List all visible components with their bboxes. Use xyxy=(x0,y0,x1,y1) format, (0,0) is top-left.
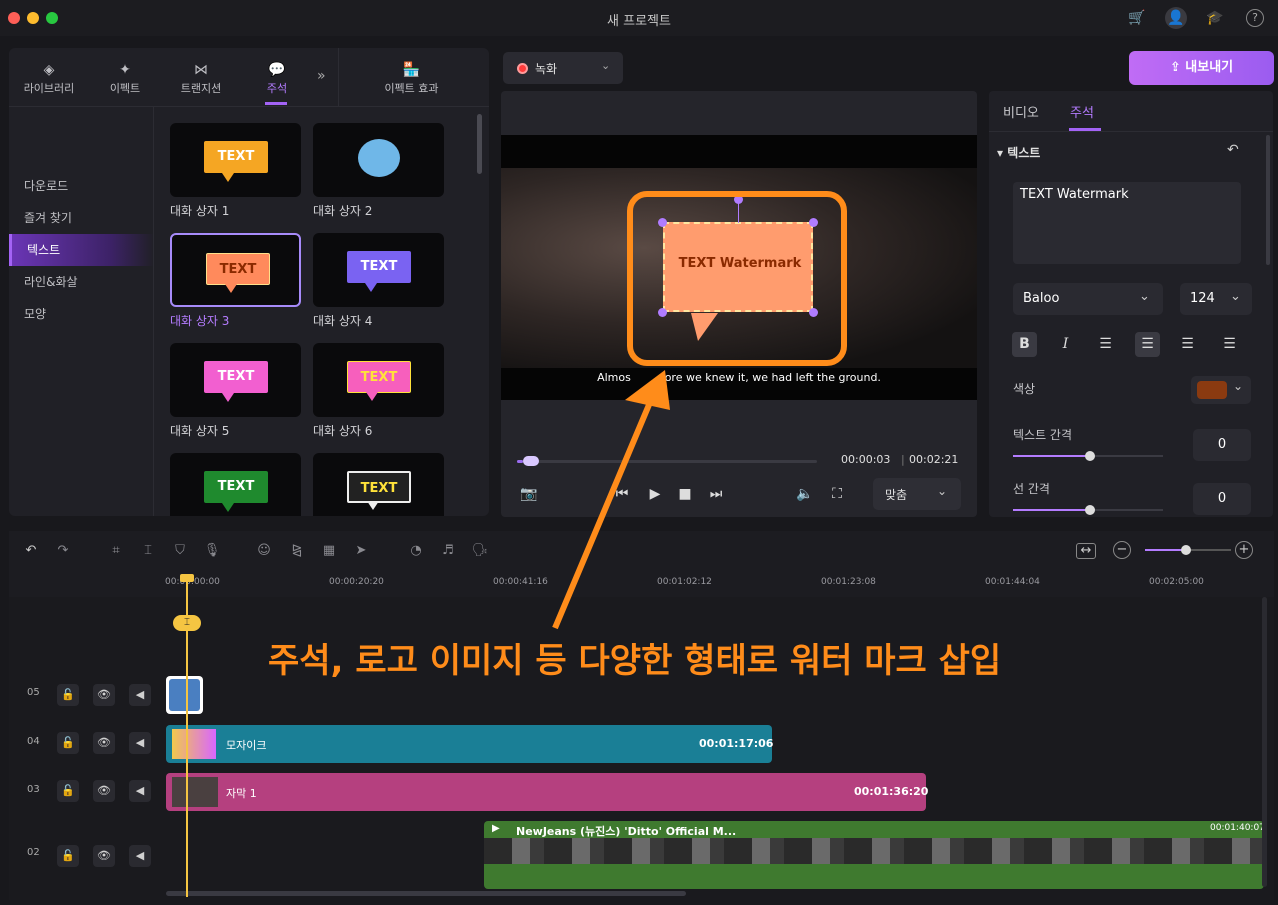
callout-arrow xyxy=(552,370,670,630)
arrow-shaft xyxy=(552,398,654,630)
callout-caption: 주석, 로고 이미지 등 다양한 형태로 워터 마크 삽입 xyxy=(268,641,1002,681)
arrow-head xyxy=(625,370,670,410)
